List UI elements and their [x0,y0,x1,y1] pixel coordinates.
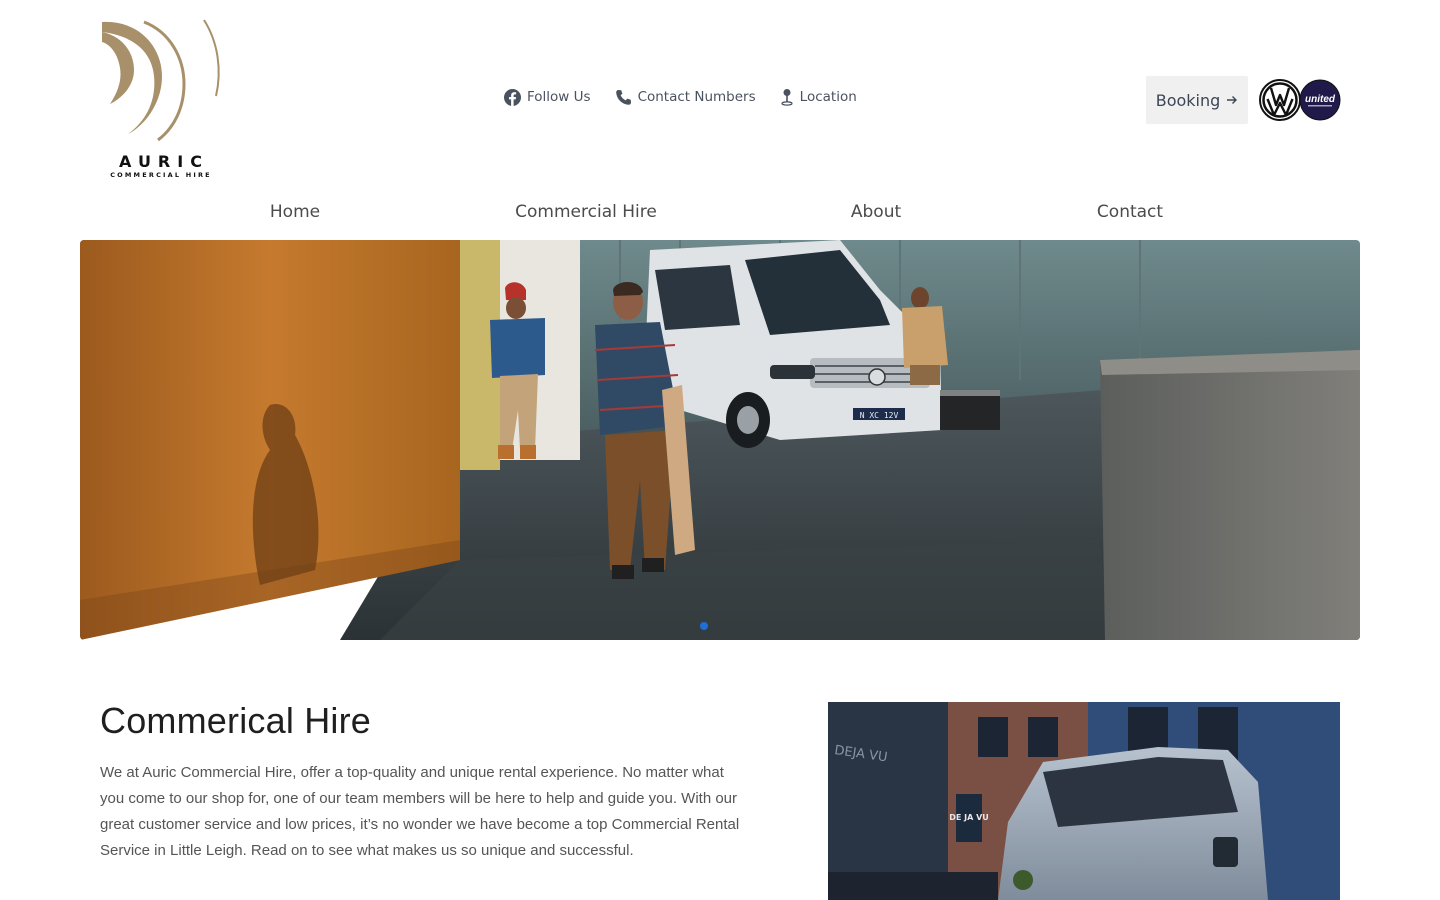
section-title: Commerical Hire [100,700,372,741]
sign-deja-vu-box: DE JA VU [949,813,989,822]
license-plate: N XC 12V [860,411,899,420]
booking-label: Booking [1155,90,1221,110]
location-label: Location [799,89,857,105]
phone-icon [615,89,631,105]
main-nav: Home Commercial Hire About Contact [0,202,1440,228]
partner-logos: united [1259,79,1341,121]
arrow-right-icon [1227,96,1238,104]
contact-numbers-link[interactable]: Contact Numbers [615,89,756,106]
nav-about[interactable]: About [851,202,901,222]
follow-us-label: Follow Us [527,89,591,105]
section-body: We at Auric Commercial Hire, offer a top… [100,764,740,859]
nav-commercial-hire[interactable]: Commercial Hire [515,202,657,222]
auric-logo-arcs-icon [102,19,220,142]
facebook-icon [504,88,521,106]
top-links: Follow Us Contact Numbers Location [504,88,857,106]
follow-us-link[interactable]: Follow Us [504,88,591,106]
contact-numbers-label: Contact Numbers [637,89,756,105]
united-logo-text: united [1305,94,1336,105]
side-van-image: DEJA VU DE JA VU [828,702,1340,900]
united-logo-icon[interactable]: united [1299,79,1341,121]
nav-contact[interactable]: Contact [1097,202,1163,222]
nav-home[interactable]: Home [270,202,320,222]
auric-logo[interactable]: AURIC COMMERCIAL HIRE [100,18,222,182]
carousel-indicator-active[interactable] [700,622,708,630]
vw-logo-icon[interactable] [1259,79,1301,121]
location-link[interactable]: Location [780,88,857,106]
hero-carousel[interactable]: N XC 12V [80,240,1360,640]
booking-button[interactable]: Booking [1146,76,1248,124]
logo-tagline: COMMERCIAL HIRE [110,171,212,179]
side-van-illustration: DEJA VU DE JA VU [828,702,1340,900]
logo-wordmark: AURIC [119,152,209,171]
hero-image: N XC 12V [80,240,1360,640]
map-pin-icon [781,89,793,106]
